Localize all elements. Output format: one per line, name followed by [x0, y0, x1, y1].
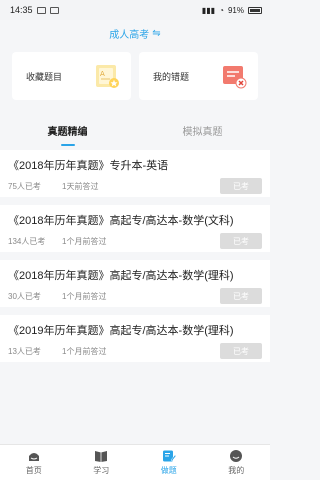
taken-count: 75人已考: [8, 181, 41, 191]
svg-text:A: A: [100, 70, 105, 78]
wifi-icon: ◔: [219, 5, 224, 15]
nav-profile-label: 我的: [228, 465, 245, 475]
status-time: 14:35: [10, 5, 33, 15]
nav-home-label: 首页: [25, 465, 42, 475]
wrong-questions-icon: [223, 66, 247, 89]
signal-icon: ▮▮▮: [201, 5, 216, 15]
exam-list: 《2018年历年真题》专升本-英语 75人已考 1天前答过 已考 《2018年历…: [0, 150, 270, 370]
list-item[interactable]: 《2019年历年真题》高起专/高达本-数学(理科) 13人已考 1个月前答过 已…: [0, 315, 270, 362]
bottom-nav: 首页 学习 做题 我的: [0, 444, 270, 480]
book-icon: [95, 450, 108, 462]
exam-title: 《2018年历年真题》高起专/高达本-数学(文科): [8, 215, 234, 227]
taken-button[interactable]: 已考: [220, 288, 262, 304]
nav-practice-label: 做题: [160, 465, 177, 475]
nav-profile[interactable]: 我的: [209, 449, 263, 476]
wrong-questions-label: 我的错题: [153, 71, 190, 82]
taken-button[interactable]: 已考: [220, 178, 262, 194]
profile-icon: [230, 449, 243, 462]
battery-icon: [248, 6, 262, 14]
last-answered: 1个月前答过: [62, 346, 107, 356]
status-bar: 14:35 ▮▮▮ ◔ 91%: [0, 0, 270, 20]
quick-cards: 收藏题目 A 我的错题: [12, 52, 258, 100]
notification-icon: [36, 6, 46, 14]
edit-icon: [162, 450, 176, 461]
list-item[interactable]: 《2018年历年真题》高起专/高达本-数学(文科) 134人已考 1个月前答过 …: [0, 205, 270, 252]
taken-button[interactable]: 已考: [220, 343, 262, 359]
last-answered: 1个月前答过: [62, 291, 107, 301]
list-item[interactable]: 《2018年历年真题》专升本-英语 75人已考 1天前答过 已考: [0, 150, 270, 197]
battery-percent: 91%: [227, 5, 244, 15]
exam-title: 《2018年历年真题》专升本-英语: [8, 160, 169, 172]
wrong-questions-card[interactable]: 我的错题: [139, 52, 258, 100]
last-answered: 1天前答过: [62, 181, 99, 191]
nav-home[interactable]: 首页: [7, 450, 61, 476]
favorites-label: 收藏题目: [26, 71, 63, 82]
exam-type-switcher[interactable]: 成人高考 ⇋: [0, 20, 270, 46]
notification-icon: [49, 6, 59, 14]
tab-real-exams[interactable]: 真题精编: [48, 115, 88, 146]
taken-count: 134人已考: [8, 236, 46, 246]
exam-title: 《2019年历年真题》高起专/高达本-数学(理科): [8, 325, 234, 337]
list-item[interactable]: 《2018年历年真题》高起专/高达本-数学(理科) 30人已考 1个月前答过 已…: [0, 260, 270, 307]
last-answered: 1个月前答过: [62, 236, 107, 246]
nav-study-label: 学习: [93, 465, 110, 475]
swap-icon: ⇋: [152, 27, 161, 39]
home-icon: [28, 452, 39, 461]
taken-count: 13人已考: [8, 346, 41, 356]
taken-count: 30人已考: [8, 291, 41, 301]
question-tabs: 真题精编 模拟真题: [0, 112, 270, 148]
nav-study[interactable]: 学习: [74, 450, 128, 476]
favorites-book-icon: A: [96, 65, 119, 88]
exam-title: 《2018年历年真题》高起专/高达本-数学(理科): [8, 270, 234, 282]
tab-mock-exams[interactable]: 模拟真题: [183, 115, 223, 146]
taken-button[interactable]: 已考: [220, 233, 262, 249]
favorites-card[interactable]: 收藏题目 A: [12, 52, 131, 100]
nav-practice[interactable]: 做题: [142, 450, 196, 476]
page-title: 成人高考: [109, 29, 150, 41]
